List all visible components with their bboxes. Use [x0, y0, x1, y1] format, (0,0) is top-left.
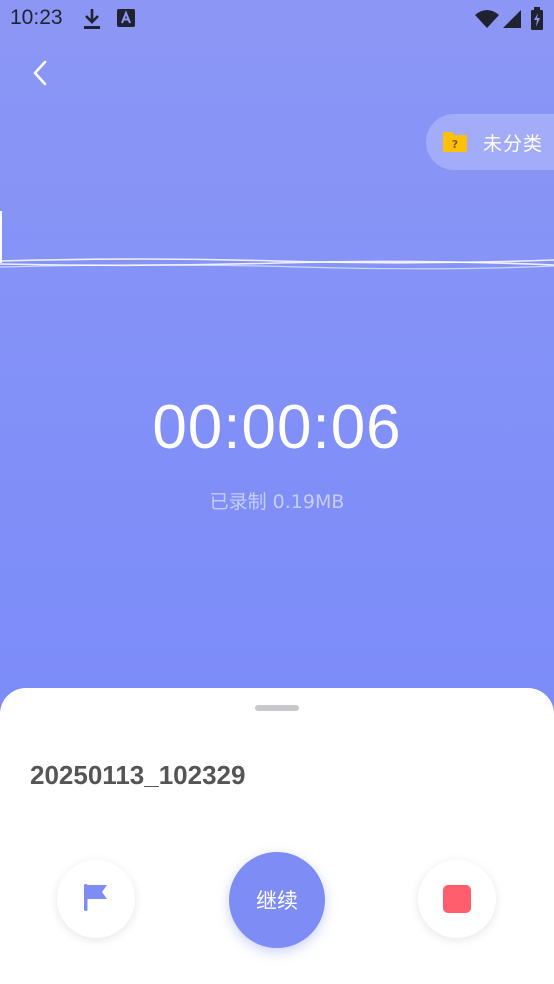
- signal-icon: [502, 9, 522, 33]
- recording-screen: 10:23 ? 未分类 00:00:06 已录制 0.19MB 20250113…: [0, 0, 554, 984]
- waveform: [0, 205, 554, 285]
- status-time: 10:23: [10, 6, 63, 29]
- chevron-left-icon: [31, 59, 49, 91]
- control-sheet: 20250113_102329 继续: [0, 688, 554, 984]
- category-label: 未分类: [483, 132, 544, 155]
- mark-button[interactable]: [57, 860, 135, 938]
- stop-button[interactable]: [418, 860, 496, 938]
- app-notification-icon: [116, 8, 136, 32]
- status-bar: 10:23: [0, 0, 554, 38]
- back-button[interactable]: [22, 56, 58, 94]
- recorded-size: 已录制 0.19MB: [209, 491, 345, 513]
- download-icon: [82, 8, 102, 34]
- wifi-icon: [474, 9, 500, 33]
- unknown-folder-icon: ?: [442, 131, 468, 153]
- continue-button[interactable]: 继续: [229, 852, 325, 948]
- drag-handle[interactable]: [255, 705, 299, 711]
- recording-filename[interactable]: 20250113_102329: [30, 760, 245, 791]
- elapsed-timer: 00:00:06: [152, 393, 402, 462]
- flag-icon: [82, 882, 110, 916]
- stop-icon: [443, 885, 471, 913]
- svg-text:?: ?: [452, 138, 458, 151]
- battery-icon: [530, 7, 544, 35]
- category-selector[interactable]: ? 未分类: [426, 114, 554, 170]
